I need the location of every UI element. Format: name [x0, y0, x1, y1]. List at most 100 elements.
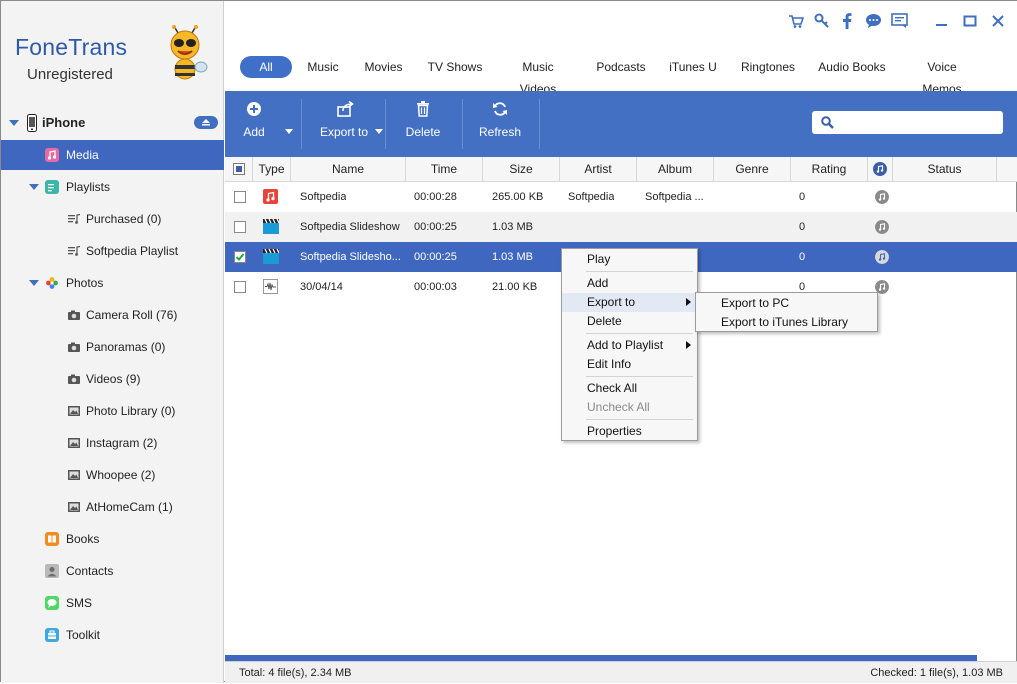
- sidebar-item-books[interactable]: Books: [1, 524, 224, 554]
- close-icon[interactable]: [991, 14, 1005, 28]
- trash-icon: [417, 101, 429, 117]
- sidebar-item-label: Photos: [66, 276, 104, 290]
- tab-all[interactable]: All: [240, 56, 292, 78]
- row-checkbox[interactable]: [234, 221, 246, 233]
- row-time: 00:00:28: [414, 191, 457, 203]
- add-dropdown-arrow-icon[interactable]: [285, 129, 293, 134]
- column-header-genre[interactable]: Genre: [714, 157, 791, 182]
- export-submenu: Export to PC Export to iTunes Library: [695, 292, 878, 332]
- menu-item-uncheck-all[interactable]: Uncheck All: [562, 398, 697, 417]
- tab-ringtones[interactable]: Ringtones: [737, 56, 799, 78]
- row-checkbox[interactable]: [234, 191, 246, 203]
- menu-item-label: Export to: [587, 295, 636, 309]
- column-header-time[interactable]: Time: [406, 157, 483, 182]
- picture-icon: [68, 406, 80, 416]
- chat-icon[interactable]: [865, 13, 882, 29]
- sidebar-item-panoramas[interactable]: Panoramas (0): [1, 332, 224, 362]
- maximize-icon[interactable]: [963, 14, 977, 28]
- column-header-album[interactable]: Album: [637, 157, 714, 182]
- row-checkbox[interactable]: [234, 281, 246, 293]
- picture-icon: [68, 470, 80, 480]
- sidebar-item-contacts[interactable]: Contacts: [1, 556, 224, 586]
- device-header[interactable]: iPhone: [1, 111, 224, 135]
- row-artist: Softpedia: [568, 191, 615, 203]
- column-header-name[interactable]: Name: [291, 157, 406, 182]
- sidebar-item-label: Softpedia Playlist: [86, 244, 179, 258]
- sidebar-item-videos[interactable]: Videos (9): [1, 364, 224, 394]
- sidebar-item-purchased[interactable]: Purchased (0): [1, 204, 224, 234]
- device-name: iPhone: [42, 115, 86, 130]
- sidebar-item-photo-library[interactable]: Photo Library (0): [1, 396, 224, 426]
- collapse-triangle-icon[interactable]: [9, 120, 19, 126]
- minimize-icon[interactable]: [935, 14, 949, 28]
- key-icon[interactable]: [814, 13, 830, 29]
- column-header-size[interactable]: Size: [483, 157, 560, 182]
- table-row[interactable]: Softpedia Slideshow 00:00:25 1.03 MB 0: [225, 212, 1017, 242]
- table-row[interactable]: Softpedia 00:00:28 265.00 KB Softpedia S…: [225, 182, 1017, 212]
- playlist-item-icon: [68, 213, 81, 224]
- refresh-button[interactable]: Refresh: [470, 91, 530, 157]
- tab-tv-shows[interactable]: TV Shows: [424, 56, 486, 78]
- menu-item-export-to-pc[interactable]: Export to PC: [696, 294, 877, 313]
- tab-music-videos[interactable]: Music Videos: [503, 56, 573, 96]
- sidebar-item-media[interactable]: Media: [1, 140, 224, 170]
- menu-item-export-to[interactable]: Export to: [562, 293, 697, 312]
- sidebar-item-softpedia-playlist[interactable]: Softpedia Playlist: [1, 236, 224, 266]
- sidebar-item-label: Contacts: [66, 564, 114, 578]
- menu-item-play[interactable]: Play: [562, 250, 697, 269]
- menu-item-export-to-itunes-library[interactable]: Export to iTunes Library: [696, 313, 877, 332]
- iphone-icon: [27, 114, 37, 132]
- expand-triangle-icon[interactable]: [29, 184, 39, 190]
- search-input[interactable]: [812, 111, 1003, 134]
- sidebar-item-whoopee[interactable]: Whoopee (2): [1, 460, 224, 490]
- sidebar-item-sms[interactable]: SMS: [1, 588, 224, 618]
- column-header-type[interactable]: Type: [253, 157, 291, 182]
- sidebar-item-instagram[interactable]: Instagram (2): [1, 428, 224, 458]
- menu-item-add-to-playlist[interactable]: Add to Playlist: [562, 336, 697, 355]
- row-time: 00:00:25: [414, 221, 457, 233]
- export-dropdown-arrow-icon[interactable]: [375, 129, 383, 134]
- add-button[interactable]: Add: [235, 91, 293, 157]
- submenu-arrow-icon: [686, 298, 691, 306]
- tab-voice-memos[interactable]: Voice Memos: [907, 56, 977, 96]
- top-bar: All Music Movies TV Shows Music Videos P…: [225, 1, 1017, 96]
- tab-movies[interactable]: Movies: [360, 56, 407, 78]
- select-all-cell[interactable]: [225, 157, 253, 182]
- sidebar-item-toolkit[interactable]: Toolkit: [1, 620, 224, 650]
- menu-item-add[interactable]: Add: [562, 274, 697, 293]
- sidebar-item-playlists[interactable]: Playlists: [1, 172, 224, 202]
- toolbar-separator: [462, 99, 463, 149]
- menu-item-delete[interactable]: Delete: [562, 312, 697, 331]
- expand-triangle-icon[interactable]: [29, 280, 39, 286]
- column-header-rating[interactable]: Rating: [791, 157, 868, 182]
- row-name: Softpedia Slideshow: [300, 221, 400, 233]
- menu-item-check-all[interactable]: Check All: [562, 379, 697, 398]
- sidebar-item-athomecam[interactable]: AtHomeCam (1): [1, 492, 224, 522]
- books-icon: [45, 532, 59, 546]
- menu-item-properties[interactable]: Properties: [562, 422, 697, 441]
- sidebar-item-photos[interactable]: Photos: [1, 268, 224, 298]
- column-header-itunes[interactable]: [868, 157, 893, 182]
- export-to-button[interactable]: Export to: [313, 91, 383, 157]
- toolbar: Add Export to Delete Refresh: [225, 91, 1017, 157]
- eject-button[interactable]: [194, 116, 218, 129]
- sidebar-item-camera-roll[interactable]: Camera Roll (76): [1, 300, 224, 330]
- column-header-status[interactable]: Status: [893, 157, 997, 182]
- tab-audio-books[interactable]: Audio Books: [817, 56, 887, 78]
- row-rating: 0: [799, 191, 806, 203]
- column-header-artist[interactable]: Artist: [560, 157, 637, 182]
- row-checkbox[interactable]: [234, 251, 246, 263]
- tab-podcasts[interactable]: Podcasts: [593, 56, 649, 78]
- tab-music[interactable]: Music: [303, 56, 343, 78]
- cart-icon[interactable]: [788, 13, 804, 29]
- registration-status: Unregistered: [27, 66, 113, 83]
- select-all-checkbox[interactable]: [233, 163, 245, 175]
- menu-item-edit-info[interactable]: Edit Info: [562, 355, 697, 374]
- feedback-icon[interactable]: [891, 13, 908, 29]
- camera-icon: [68, 310, 80, 320]
- delete-button[interactable]: Delete: [393, 91, 453, 157]
- row-name: 30/04/14: [300, 281, 343, 293]
- facebook-icon[interactable]: [841, 13, 853, 29]
- tab-itunes-u[interactable]: iTunes U: [667, 56, 719, 78]
- menu-separator: [586, 333, 693, 334]
